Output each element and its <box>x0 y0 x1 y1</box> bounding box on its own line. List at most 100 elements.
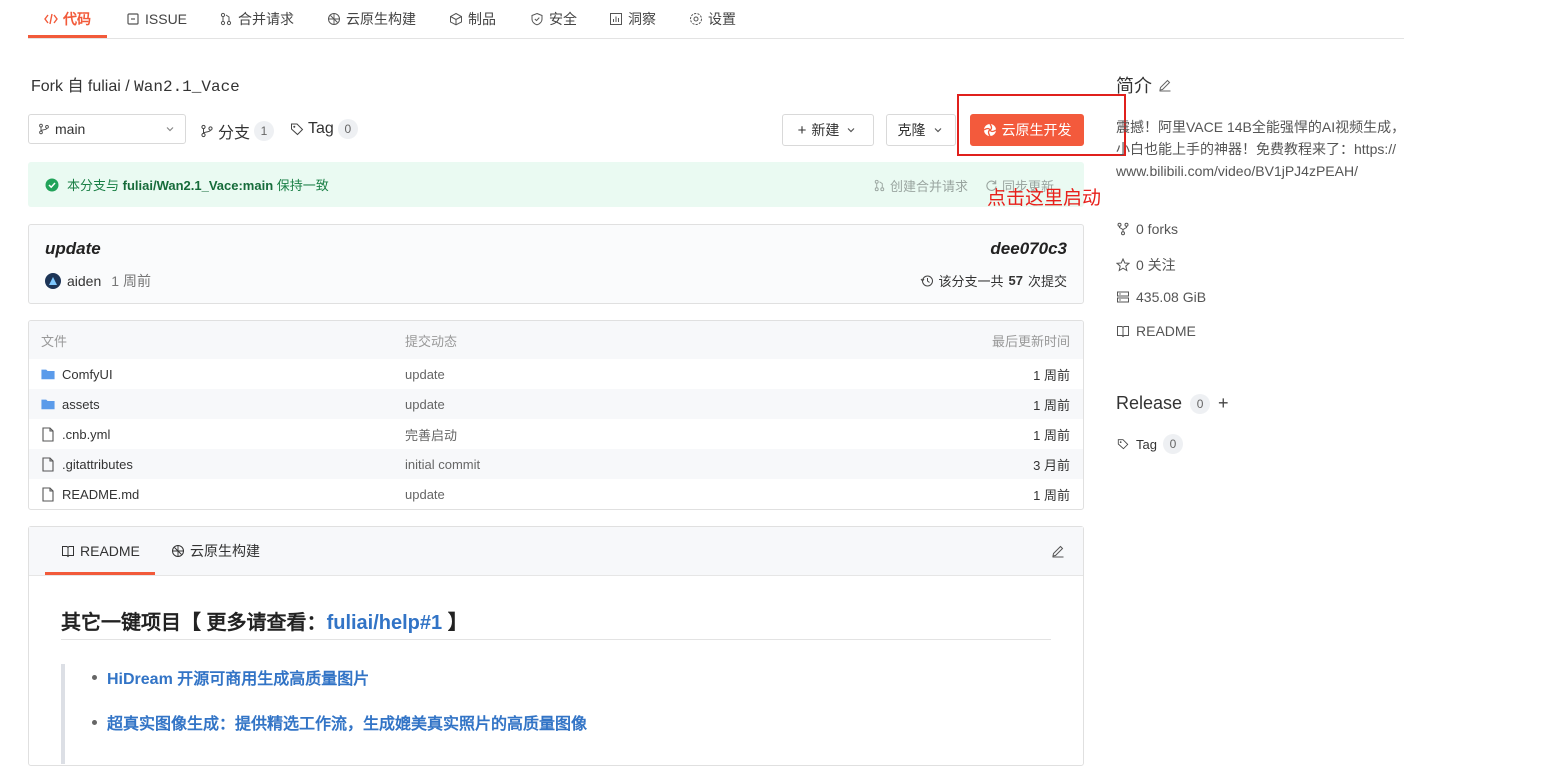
book-icon <box>1116 324 1130 338</box>
file-icon <box>41 486 55 502</box>
tab-label: 安全 <box>549 11 577 27</box>
file-updated-time: 3 月前 <box>1033 457 1070 473</box>
repo-name-link[interactable]: Wan2.1_Vace <box>134 78 240 96</box>
branches-label: 分支 <box>218 125 251 142</box>
file-name-link[interactable]: README.md <box>62 487 139 502</box>
fork-icon <box>1116 222 1130 236</box>
watch-link[interactable]: 0 关注 <box>1116 255 1176 275</box>
readme-link-label: README <box>1136 323 1196 339</box>
file-name-link[interactable]: assets <box>62 397 100 412</box>
history-icon <box>920 274 934 288</box>
forks-count: 0 forks <box>1136 221 1179 237</box>
project-link[interactable]: HiDream 开源可商用生成高质量图片 <box>107 665 369 689</box>
file-commit-message[interactable]: initial commit <box>405 449 480 479</box>
commit-count-prefix: 该分支一共 <box>938 274 1004 289</box>
readme-heading: 其它一键项目【 更多请查看：fuliai/help#1 】 <box>61 606 468 635</box>
repo-size-value: 435.08 GiB <box>1136 289 1207 305</box>
sync-suffix: 保持一致 <box>273 178 329 193</box>
edit-readme-button[interactable] <box>1051 527 1065 575</box>
avatar[interactable] <box>45 273 61 289</box>
header-name: 文件 <box>41 333 68 349</box>
repo-owner-link[interactable]: fuliai <box>88 78 121 95</box>
tags-link[interactable]: Tag 0 <box>290 119 358 139</box>
release-title-text[interactable]: Release <box>1116 393 1182 414</box>
table-row[interactable]: .gitattributes initial commit 3 月前 <box>29 449 1083 479</box>
file-commit-message[interactable]: update <box>405 479 445 509</box>
file-commit-message[interactable]: update <box>405 359 445 389</box>
tab-readme-label: README <box>80 543 140 559</box>
tab-insights[interactable]: 洞察 <box>609 0 656 38</box>
branches-link[interactable]: 分支 1 <box>200 119 275 143</box>
table-row[interactable]: ComfyUI update 1 周前 <box>29 359 1083 389</box>
file-commit-message[interactable]: update <box>405 389 445 419</box>
repo-tabs: 代码 ISSUE 合并请求 云原生构建 制品 安全 洞察 设置 <box>28 0 1404 39</box>
create-pr-button[interactable]: 创建合并请求 <box>872 176 968 195</box>
list-item: HiDream 开源可商用生成高质量图片 <box>92 665 369 689</box>
tab-label: 代码 <box>63 11 91 27</box>
branch-icon <box>37 122 51 136</box>
commit-message-link[interactable]: update <box>45 239 101 259</box>
tag-icon <box>290 122 304 136</box>
file-updated-time: 1 周前 <box>1033 427 1070 443</box>
table-row[interactable]: README.md update 1 周前 <box>29 479 1083 509</box>
intro-title-text: 简介 <box>1116 76 1152 96</box>
commit-count-link[interactable]: 该分支一共 57 次提交 <box>920 271 1067 290</box>
create-pr-label: 创建合并请求 <box>890 179 969 194</box>
project-link[interactable]: 超真实图像生成：提供精选工作流，生成媲美真实照片的高质量图像 <box>107 710 587 734</box>
tab-code[interactable]: 代码 <box>44 0 91 38</box>
list-item: 超真实图像生成：提供精选工作流，生成媲美真实照片的高质量图像 <box>92 710 587 734</box>
tab-label: 洞察 <box>628 11 656 27</box>
repo-separator: / <box>120 78 135 95</box>
sidebar-tag-count: 0 <box>1162 434 1183 454</box>
tab-label: 云原生构建 <box>346 11 416 27</box>
readme-link[interactable]: README <box>1116 323 1196 339</box>
edit-icon[interactable] <box>1158 78 1172 92</box>
repo-size: 435.08 GiB <box>1116 289 1206 305</box>
tag-icon <box>1116 437 1130 451</box>
file-updated-time: 1 周前 <box>1033 487 1070 503</box>
clone-button[interactable]: 克隆 <box>886 114 956 146</box>
tags-count: 0 <box>337 119 358 139</box>
table-row[interactable]: assets update 1 周前 <box>29 389 1083 419</box>
tab-issue[interactable]: ISSUE <box>126 0 187 38</box>
commit-count: 57 <box>1008 273 1023 288</box>
author-name[interactable]: aiden <box>67 273 101 289</box>
branch-name: main <box>55 121 86 137</box>
sync-prefix: 本分支与 <box>67 178 123 193</box>
heading-suffix: 】 <box>442 612 468 634</box>
file-name-link[interactable]: .gitattributes <box>62 457 133 472</box>
tab-label: ISSUE <box>145 11 188 27</box>
bullet <box>92 719 97 725</box>
table-row[interactable]: .cnb.yml 完善启动 1 周前 <box>29 419 1083 449</box>
file-name-link[interactable]: ComfyUI <box>62 367 113 382</box>
tab-settings[interactable]: 设置 <box>689 0 736 38</box>
tab-packages[interactable]: 制品 <box>449 0 496 38</box>
branch-icon <box>200 124 214 138</box>
file-commit-message[interactable]: 完善启动 <box>405 419 457 449</box>
add-release-icon[interactable]: + <box>1218 393 1229 414</box>
tab-security[interactable]: 安全 <box>530 0 577 38</box>
shield-icon <box>530 12 544 26</box>
plus-icon: + <box>797 121 807 139</box>
tab-pull-requests[interactable]: 合并请求 <box>219 0 294 38</box>
build-icon <box>171 544 185 558</box>
tab-readme-build[interactable]: 云原生构建 <box>171 527 260 575</box>
annotation-text: 点击这里启动 <box>987 188 1102 209</box>
tags-label: Tag <box>308 120 334 137</box>
commit-hash-link[interactable]: dee070c3 <box>990 239 1067 259</box>
header-time: 最后更新时间 <box>991 333 1070 349</box>
help-link[interactable]: fuliai/help#1 <box>327 612 443 634</box>
branch-select[interactable]: main <box>28 114 186 144</box>
issue-icon <box>126 12 140 26</box>
chart-icon <box>609 12 623 26</box>
sidebar-tags-link[interactable]: Tag 0 <box>1116 434 1183 454</box>
table-header: 文件 提交动态 最后更新时间 <box>29 321 1083 359</box>
forks-link[interactable]: 0 forks <box>1116 221 1178 237</box>
tab-cloud-build[interactable]: 云原生构建 <box>327 0 416 38</box>
folder-icon <box>41 397 55 411</box>
tab-readme[interactable]: README <box>61 527 140 575</box>
storage-icon <box>1116 290 1130 304</box>
file-name-link[interactable]: .cnb.yml <box>62 427 110 442</box>
new-button[interactable]: + 新建 <box>782 114 874 146</box>
pull-request-icon <box>219 12 233 26</box>
